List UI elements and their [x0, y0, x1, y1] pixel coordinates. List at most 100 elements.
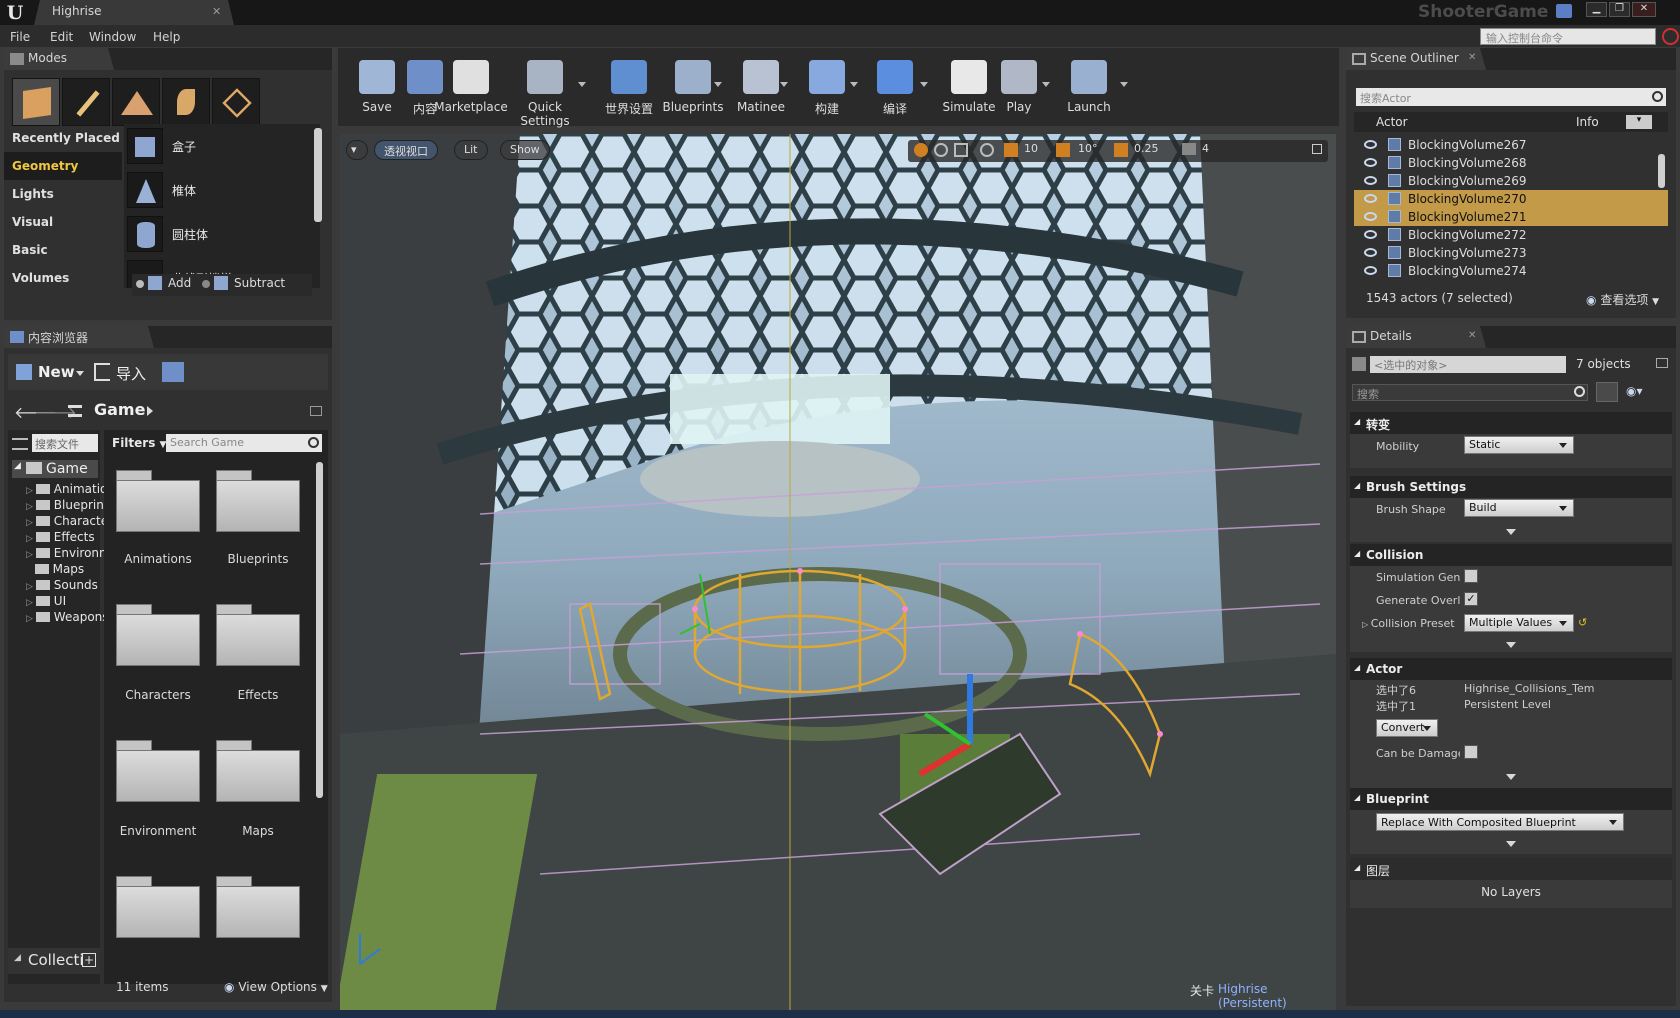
console-command-input[interactable]: 输入控制台命令 — [1480, 28, 1656, 45]
grid-snap-icon[interactable] — [1004, 143, 1018, 157]
eye-icon[interactable] — [1364, 248, 1377, 257]
eye-icon[interactable]: ◉▾ — [1626, 384, 1643, 398]
folder-blueprints[interactable] — [216, 470, 300, 532]
tree-item-weapons[interactable]: ▷ Weapons — [26, 610, 108, 624]
section-collision[interactable]: ◢ Collision — [1350, 544, 1672, 566]
perspective-button[interactable]: 透视视口 — [374, 140, 438, 160]
tree-item-sounds[interactable]: ▷ Sounds — [26, 578, 108, 592]
table-row[interactable]: BlockingVolume268 — [1354, 154, 1668, 172]
new-button[interactable]: New — [12, 360, 86, 384]
category-geometry[interactable]: Geometry — [4, 152, 122, 180]
tab-content-browser[interactable]: 内容浏览器 — [4, 326, 154, 348]
breadcrumb[interactable]: Game — [94, 400, 145, 419]
grid-snap-value[interactable]: 10 — [1024, 142, 1038, 155]
mode-foliage-button[interactable] — [162, 78, 210, 126]
viewport-options-button[interactable]: ▾ — [346, 140, 368, 160]
table-row[interactable]: BlockingVolume269 — [1354, 172, 1668, 190]
replace-with-composited-blueprint-button[interactable]: Replace With Composited Blueprint — [1376, 813, 1624, 831]
search-paths-input[interactable]: 搜索文件 — [32, 434, 98, 452]
minimize-button[interactable]: ▁ — [1586, 2, 1607, 17]
simulation-generates-checkbox[interactable] — [1464, 569, 1478, 583]
table-row[interactable]: BlockingVolume273 — [1354, 244, 1668, 262]
toolbar-button-compile[interactable]: 编译 — [862, 54, 928, 120]
tree-item-effects[interactable]: ▷ Effects — [26, 530, 108, 544]
show-button[interactable]: Show — [500, 140, 550, 160]
tree-item-maps[interactable]: Maps — [26, 562, 108, 576]
category-lights[interactable]: Lights — [4, 180, 122, 208]
chevron-down-icon[interactable] — [578, 82, 586, 88]
eye-icon[interactable] — [1364, 176, 1377, 185]
category-basic[interactable]: Basic — [4, 236, 122, 264]
folder-effects[interactable] — [216, 604, 300, 666]
folder-sounds[interactable] — [116, 876, 200, 938]
document-tab[interactable]: Highrise — [34, 0, 234, 25]
close-tab-icon[interactable]: ✕ — [1468, 330, 1476, 341]
feedback-icon[interactable] — [1556, 4, 1572, 18]
maximize-button[interactable]: ❐ — [1609, 2, 1630, 17]
toolbar-button-launch[interactable]: Launch — [1056, 54, 1122, 120]
toolbar-button-marketplace[interactable]: Marketplace — [434, 54, 508, 120]
chevron-down-icon[interactable] — [1120, 82, 1128, 88]
eye-icon[interactable] — [1364, 212, 1377, 221]
outliner-view-options[interactable]: ◉ 查看选项 ▼ — [1586, 291, 1659, 308]
collision-preset-dropdown[interactable]: Multiple Values — [1464, 614, 1574, 632]
list-item[interactable]: 盒子 — [124, 124, 314, 168]
rotation-snap-value[interactable]: 10° — [1078, 142, 1098, 155]
chevron-down-icon[interactable] — [714, 82, 722, 88]
folder-characters[interactable] — [116, 604, 200, 666]
table-row[interactable]: BlockingVolume272 — [1354, 226, 1668, 244]
breadcrumb-chevron-icon[interactable] — [147, 406, 153, 416]
level-viewport[interactable]: ▾ 透视视口 Lit Show 10 10° 0.25 4 关卡 Highris… — [340, 134, 1336, 1010]
tree-root[interactable]: ◢ Game — [12, 460, 98, 478]
chevron-down-icon[interactable] — [780, 82, 788, 88]
tree-item-ui[interactable]: ▷ UI — [26, 594, 108, 608]
property-matrix-icon[interactable] — [1596, 382, 1618, 402]
list-item[interactable]: 圆柱体 — [124, 212, 314, 256]
list-item[interactable]: 椎体 — [124, 168, 314, 212]
table-row[interactable]: BlockingVolume274 — [1354, 262, 1668, 280]
save-all-icon[interactable] — [162, 362, 184, 382]
chevron-down-icon[interactable] — [1042, 82, 1050, 88]
close-window-button[interactable]: ✕ — [1632, 2, 1656, 17]
collections-header[interactable]: ◢ Collecti + — [8, 948, 100, 974]
folder-environment[interactable] — [116, 740, 200, 802]
tab-modes[interactable]: Modes — [4, 48, 114, 70]
expand-advanced-icon[interactable] — [1506, 841, 1516, 847]
add-radio[interactable] — [136, 280, 144, 288]
eye-icon[interactable] — [1364, 266, 1377, 275]
scale-snap-value[interactable]: 0.25 — [1134, 142, 1159, 155]
menu-window[interactable]: Window — [89, 30, 136, 44]
can-be-damaged-checkbox[interactable] — [1464, 745, 1478, 759]
section-brush-settings[interactable]: ◢ Brush Settings — [1350, 476, 1672, 498]
lock-icon[interactable] — [1656, 358, 1668, 368]
angle-snap-icon[interactable] — [1056, 143, 1070, 157]
mobility-dropdown[interactable]: Static — [1464, 436, 1574, 454]
reset-to-default-icon[interactable]: ↺ — [1578, 616, 1587, 629]
eye-icon[interactable] — [1364, 140, 1377, 149]
expand-advanced-icon[interactable] — [1506, 774, 1516, 780]
mode-landscape-button[interactable] — [112, 78, 160, 126]
tree-item-environment[interactable]: ▷ Environn — [26, 546, 108, 560]
add-collection-icon[interactable]: + — [82, 953, 96, 967]
folder-animations[interactable] — [116, 470, 200, 532]
subtract-radio[interactable] — [202, 280, 210, 288]
search-game-input[interactable]: Search Game — [166, 434, 322, 452]
world-space-icon[interactable] — [980, 143, 994, 157]
maximize-viewport-icon[interactable] — [1312, 144, 1322, 154]
folder-maps[interactable] — [216, 740, 300, 802]
chevron-down-icon[interactable] — [920, 82, 928, 88]
toolbar-button-quick-settings[interactable]: Quick Settings — [512, 54, 578, 128]
mode-paint-button[interactable] — [62, 78, 110, 126]
outliner-scrollbar[interactable] — [1658, 154, 1665, 188]
folder-ui[interactable] — [216, 876, 300, 938]
eye-icon[interactable] — [1364, 230, 1377, 239]
table-row[interactable]: BlockingVolume267 — [1354, 136, 1668, 154]
tree-item-blueprints[interactable]: ▷ Blueprint — [26, 498, 108, 512]
section-actor[interactable]: ◢ Actor — [1350, 658, 1672, 680]
section-transform[interactable]: ◢ 转变 — [1350, 412, 1672, 434]
view-options-button[interactable]: ◉ View Options ▼ — [224, 980, 328, 994]
selection-name-field[interactable]: <选中的对象> — [1370, 356, 1566, 373]
mode-geometry-button[interactable] — [212, 78, 260, 126]
camera-speed-value[interactable]: 4 — [1202, 142, 1209, 155]
lit-button[interactable]: Lit — [454, 140, 488, 160]
